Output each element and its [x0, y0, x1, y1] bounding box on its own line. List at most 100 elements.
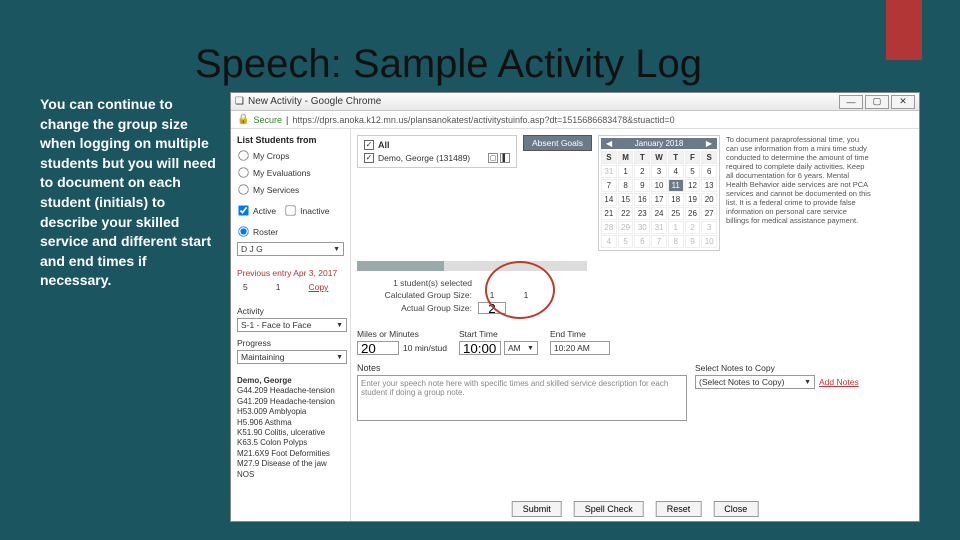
- cal-dow: M: [618, 151, 634, 164]
- cal-day[interactable]: 12: [685, 179, 701, 192]
- cal-day[interactable]: 2: [634, 165, 650, 178]
- cal-day[interactable]: 24: [651, 207, 667, 220]
- previous-entry-label: Previous entry Apr 3, 2017: [237, 268, 344, 278]
- activity-label: Activity: [237, 306, 344, 316]
- cal-day[interactable]: 10: [651, 179, 667, 192]
- check-label: Active: [253, 206, 276, 216]
- lock-icon: 🔒: [237, 114, 249, 125]
- cal-day[interactable]: 9: [685, 235, 701, 248]
- check-active[interactable]: Active: [237, 204, 276, 217]
- ampm-dropdown[interactable]: AM▼: [504, 341, 538, 355]
- progress-label: Progress: [237, 338, 344, 348]
- cal-day[interactable]: 31: [601, 165, 617, 178]
- cal-day[interactable]: 13: [701, 179, 717, 192]
- copy-link[interactable]: Copy: [308, 282, 328, 292]
- action-buttons: Submit Spell Check Reset Close: [512, 501, 759, 517]
- cal-day[interactable]: 26: [685, 207, 701, 220]
- cal-day[interactable]: 8: [668, 235, 684, 248]
- check-inactive[interactable]: Inactive: [284, 204, 329, 217]
- cal-day[interactable]: 3: [651, 165, 667, 178]
- chevron-down-icon: ▼: [527, 345, 534, 352]
- cal-day[interactable]: 20: [701, 193, 717, 206]
- activity-dropdown[interactable]: S-1 - Face to Face▼: [237, 318, 347, 332]
- submit-button[interactable]: Submit: [512, 501, 562, 517]
- cal-day[interactable]: 25: [668, 207, 684, 220]
- cal-day[interactable]: 3: [701, 221, 717, 234]
- cal-day[interactable]: 4: [668, 165, 684, 178]
- cal-day[interactable]: 5: [685, 165, 701, 178]
- cal-day[interactable]: 29: [618, 221, 634, 234]
- miles-input[interactable]: [357, 341, 399, 355]
- student-box-icon[interactable]: ▢: [488, 153, 498, 163]
- close-window-button[interactable]: ✕: [891, 95, 915, 109]
- calc-group-value: 1: [478, 290, 506, 300]
- miles-unit: 10 min/stud: [403, 343, 447, 353]
- check-all[interactable]: [364, 140, 374, 150]
- radio-my-services[interactable]: My Services: [237, 183, 344, 196]
- end-time-label: End Time: [550, 329, 610, 339]
- add-notes-link[interactable]: Add Notes: [819, 377, 859, 387]
- start-time-input[interactable]: [459, 341, 501, 355]
- cal-day[interactable]: 14: [601, 193, 617, 206]
- page-icon: ❏: [235, 96, 244, 107]
- radio-label: My Crops: [253, 151, 289, 161]
- cal-next-icon[interactable]: ▶: [704, 139, 714, 148]
- actual-group-input[interactable]: [478, 302, 506, 314]
- cal-day[interactable]: 6: [634, 235, 650, 248]
- cal-day[interactable]: 27: [701, 207, 717, 220]
- calc-group-extra: 1: [512, 290, 540, 300]
- cal-day[interactable]: 5: [618, 235, 634, 248]
- reset-button[interactable]: Reset: [656, 501, 702, 517]
- window-title-bar: ❏ New Activity - Google Chrome — ▢ ✕: [231, 93, 919, 111]
- cal-day[interactable]: 1: [668, 221, 684, 234]
- radio-label: Roster: [253, 227, 278, 237]
- cal-day[interactable]: 28: [601, 221, 617, 234]
- cal-day[interactable]: 22: [618, 207, 634, 220]
- cal-day[interactable]: 23: [634, 207, 650, 220]
- cal-day[interactable]: 18: [668, 193, 684, 206]
- cal-dow: S: [701, 151, 717, 164]
- student-select-box: All Demo, George (131489) ▢ ▌: [357, 135, 517, 168]
- spell-check-button[interactable]: Spell Check: [574, 501, 644, 517]
- cal-day[interactable]: 19: [685, 193, 701, 206]
- cal-day[interactable]: 7: [601, 179, 617, 192]
- cal-day[interactable]: 9: [634, 179, 650, 192]
- end-time-value: 10:20 AM: [550, 341, 610, 355]
- cal-day[interactable]: 7: [651, 235, 667, 248]
- progress-dropdown[interactable]: Maintaining▼: [237, 350, 347, 364]
- main-panel: All Demo, George (131489) ▢ ▌ Absent Goa…: [351, 129, 919, 521]
- cal-day[interactable]: 8: [618, 179, 634, 192]
- cal-day[interactable]: 21: [601, 207, 617, 220]
- absent-goals-button[interactable]: Absent Goals: [523, 135, 592, 151]
- maximize-button[interactable]: ▢: [865, 95, 889, 109]
- cal-day[interactable]: 6: [701, 165, 717, 178]
- select-notes-dropdown[interactable]: (Select Notes to Copy)▼: [695, 375, 815, 389]
- cal-day[interactable]: 15: [618, 193, 634, 206]
- cal-day[interactable]: 30: [634, 221, 650, 234]
- radio-roster[interactable]: Roster: [237, 225, 278, 238]
- cal-day[interactable]: 17: [651, 193, 667, 206]
- radio-label: My Evaluations: [253, 168, 311, 178]
- check-student[interactable]: [364, 153, 374, 163]
- radio-my-crops[interactable]: My Crops: [237, 149, 344, 162]
- progress-value: Maintaining: [241, 352, 284, 362]
- cal-day[interactable]: 4: [601, 235, 617, 248]
- cal-day[interactable]: 2: [685, 221, 701, 234]
- cal-prev-icon[interactable]: ◀: [604, 139, 614, 148]
- cal-day[interactable]: 16: [634, 193, 650, 206]
- scroll-slider[interactable]: [357, 261, 913, 271]
- radio-my-evaluations[interactable]: My Evaluations: [237, 166, 344, 179]
- minimize-button[interactable]: —: [839, 95, 863, 109]
- notes-textarea[interactable]: Enter your speech note here with specifi…: [357, 375, 687, 421]
- window-title: New Activity - Google Chrome: [248, 96, 381, 107]
- dx-line: G41.209 Headache-tension: [237, 397, 344, 407]
- roster-dropdown[interactable]: D J G▼: [237, 242, 344, 256]
- student-flag-icon[interactable]: ▌: [500, 153, 510, 163]
- cal-day[interactable]: 1: [618, 165, 634, 178]
- cal-day[interactable]: 11: [668, 179, 684, 192]
- cal-day[interactable]: 31: [651, 221, 667, 234]
- dx-line: H53.009 Amblyopia: [237, 407, 344, 417]
- prev-val-b: 1: [276, 282, 281, 292]
- close-button[interactable]: Close: [713, 501, 758, 517]
- cal-day[interactable]: 10: [701, 235, 717, 248]
